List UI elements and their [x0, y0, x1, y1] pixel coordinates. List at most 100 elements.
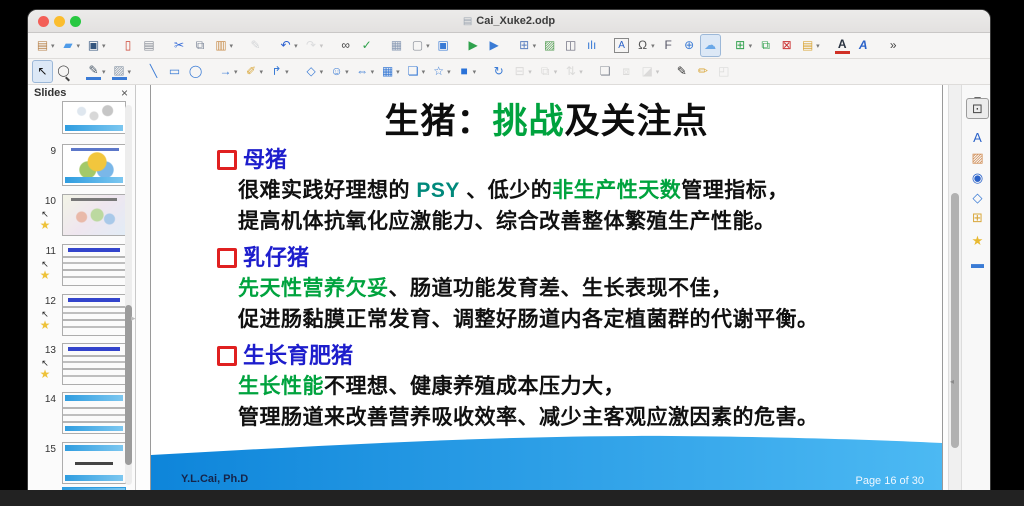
symbol-shapes-button[interactable]: ☺	[326, 60, 352, 83]
body-text-line[interactable]: 管理肠道来改善营养吸收效率、减少主客观应激因素的危害。	[217, 402, 917, 433]
slide-thumbnail-image[interactable]	[62, 101, 126, 134]
insert-chart-button[interactable]: ılı	[581, 34, 602, 57]
redo-button[interactable]: ↷	[301, 34, 327, 57]
display-grid-button[interactable]: ▦	[386, 34, 407, 57]
line-color-button[interactable]: ✎	[83, 60, 109, 83]
slide-canvas[interactable]: 生猪：挑战及关注点 母猪很难实践好理想的 PSY 、低少的非生产性天数管理指标，…	[150, 85, 943, 490]
body-text-line[interactable]: 提高机体抗氧化应激能力、综合改善整体繁殖生产性能。	[217, 206, 917, 237]
slide-thumbnail-13[interactable]: 13↖★	[28, 343, 135, 385]
lines-and-arrows-button[interactable]: →	[215, 60, 241, 83]
paste-button[interactable]: ▥	[211, 34, 237, 57]
master-slides-deck-icon[interactable]: ▬	[966, 253, 989, 274]
slide-thumbnail-image[interactable]	[62, 392, 126, 434]
save-button[interactable]: ▣	[83, 34, 109, 57]
slide-thumbnail[interactable]	[28, 101, 135, 134]
insert-text-box-button[interactable]: A	[611, 34, 632, 57]
minimize-window-button[interactable]	[54, 16, 65, 27]
align-objects-button[interactable]: ⊟	[509, 60, 535, 83]
slide-thumbnail-9[interactable]: 9	[28, 144, 135, 186]
edit-points-button[interactable]: ✎	[671, 60, 692, 83]
display-views-button[interactable]: ▢	[407, 34, 433, 57]
slide-thumbnail-image[interactable]	[62, 442, 126, 484]
body-text-line[interactable]: 很难实践好理想的 PSY 、低少的非生产性天数管理指标，	[217, 175, 917, 206]
find-and-replace-button[interactable]: ∞	[335, 34, 356, 57]
image-filter-button[interactable]: ◪	[637, 60, 663, 83]
slide-transition-deck-icon[interactable]: ⊞	[966, 207, 989, 228]
maximize-window-button[interactable]	[70, 16, 81, 27]
section-heading[interactable]: 乳仔猪	[217, 243, 917, 273]
flowchart-shapes-button[interactable]: ▦	[377, 60, 403, 83]
arrange-button[interactable]: ⧉	[535, 60, 561, 83]
normal-view-button[interactable]: ▣	[433, 34, 454, 57]
insert-text-columns-button[interactable]: ◫	[560, 34, 581, 57]
character-formatting-button[interactable]: A	[853, 34, 874, 57]
start-from-first-slide-button[interactable]: ▶	[463, 34, 484, 57]
cut-button[interactable]: ✂	[169, 34, 190, 57]
close-window-button[interactable]	[38, 16, 49, 27]
block-arrows-button[interactable]: ⇔	[352, 60, 378, 83]
slide-properties-button[interactable]: ▤	[797, 34, 823, 57]
toggle-extrusion-button[interactable]: ◰	[713, 60, 734, 83]
body-text-line[interactable]: 促进肠黏膜正常发育、调整好肠道内各定植菌群的代谢平衡。	[217, 304, 917, 335]
slide-thumbnail-14[interactable]: 14	[28, 392, 135, 434]
delete-slide-button[interactable]: ⊠	[776, 34, 797, 57]
hyperlink-button[interactable]: ⊕	[679, 34, 700, 57]
slide-thumbnail-image[interactable]	[62, 194, 126, 236]
new-slide-button[interactable]: ⊞	[730, 34, 756, 57]
callout-shapes-button[interactable]: ❏	[403, 60, 429, 83]
properties-deck-icon[interactable]: ⊡	[966, 98, 989, 119]
main-scrollbar-thumb[interactable]	[951, 193, 959, 448]
select-button[interactable]: ↖	[32, 60, 53, 83]
fontwork-button[interactable]: F	[658, 34, 679, 57]
export-pdf-button[interactable]: ▯	[118, 34, 139, 57]
shadow-button[interactable]: ❏	[595, 60, 616, 83]
navigator-deck-icon[interactable]: ◉	[966, 167, 989, 188]
new-document-button[interactable]: ▤	[32, 34, 58, 57]
insert-image-button[interactable]: ▨	[539, 34, 560, 57]
sidebar-collapse-arrow[interactable]: ◂	[950, 377, 954, 386]
animation-deck-icon[interactable]: ★	[966, 230, 989, 251]
undo-button[interactable]: ↶	[275, 34, 301, 57]
glue-points-button[interactable]: ✏	[692, 60, 713, 83]
duplicate-slide-button[interactable]: ⧉	[755, 34, 776, 57]
slide-thumbnail-12[interactable]: 12↖★	[28, 294, 135, 336]
3d-objects-button[interactable]: ■	[454, 60, 480, 83]
slides-panel-scrollbar-thumb[interactable]	[125, 305, 132, 465]
slide-thumbnail-15[interactable]: 15	[28, 442, 135, 484]
spelling-button[interactable]: ✓	[356, 34, 377, 57]
main-scrollbar[interactable]: ◂	[948, 85, 962, 490]
slide-thumbnail-image[interactable]	[62, 144, 126, 186]
show-draw-functions-button[interactable]: ☁	[700, 34, 721, 57]
rectangle-button[interactable]: ▭	[164, 60, 185, 83]
body-text-line[interactable]: 生长性能不理想、健康养殖成本压力大，	[217, 371, 917, 402]
shapes-deck-icon[interactable]: ◇	[966, 187, 989, 208]
fill-color-button[interactable]: ▨	[109, 60, 135, 83]
connectors-button[interactable]: ↱	[266, 60, 292, 83]
slide-title[interactable]: 生猪：挑战及关注点	[151, 93, 942, 144]
more-toolbar-options-button[interactable]: »	[883, 34, 904, 57]
panel-splitter-arrow[interactable]: ▸	[131, 313, 136, 324]
special-character-button[interactable]: Ω	[632, 34, 658, 57]
clone-formatting-button[interactable]: ✎	[245, 34, 266, 57]
slide-thumbnail-10[interactable]: 10↖★	[28, 194, 135, 236]
copy-button[interactable]: ⧉	[190, 34, 211, 57]
gallery-deck-icon[interactable]: ▨	[966, 147, 989, 168]
distribute-button[interactable]: ⇅	[560, 60, 586, 83]
slide-body-text[interactable]: 母猪很难实践好理想的 PSY 、低少的非生产性天数管理指标，提高机体抗氧化应激能…	[217, 145, 917, 433]
slide-thumbnail-image[interactable]	[62, 244, 126, 286]
slide-thumbnail-11[interactable]: 11↖★	[28, 244, 135, 286]
slides-panel-scrollbar[interactable]	[125, 105, 132, 485]
styles-deck-icon[interactable]: A	[966, 127, 989, 148]
font-color-button[interactable]: A	[832, 34, 853, 57]
insert-table-button[interactable]: ⊞	[514, 34, 540, 57]
ellipse-button[interactable]: ◯	[185, 60, 206, 83]
star-shapes-button[interactable]: ☆	[428, 60, 454, 83]
start-from-current-slide-button[interactable]: ▶	[484, 34, 505, 57]
slide-thumbnail-image[interactable]	[62, 343, 126, 385]
open-button[interactable]: ▰	[58, 34, 84, 57]
basic-shapes-button[interactable]: ◇	[301, 60, 327, 83]
crop-image-button[interactable]: ⧈	[616, 60, 637, 83]
insert-line-button[interactable]: ╲	[143, 60, 164, 83]
slides-panel-close-icon[interactable]: ×	[121, 86, 128, 100]
section-heading[interactable]: 生长育肥猪	[217, 341, 917, 371]
